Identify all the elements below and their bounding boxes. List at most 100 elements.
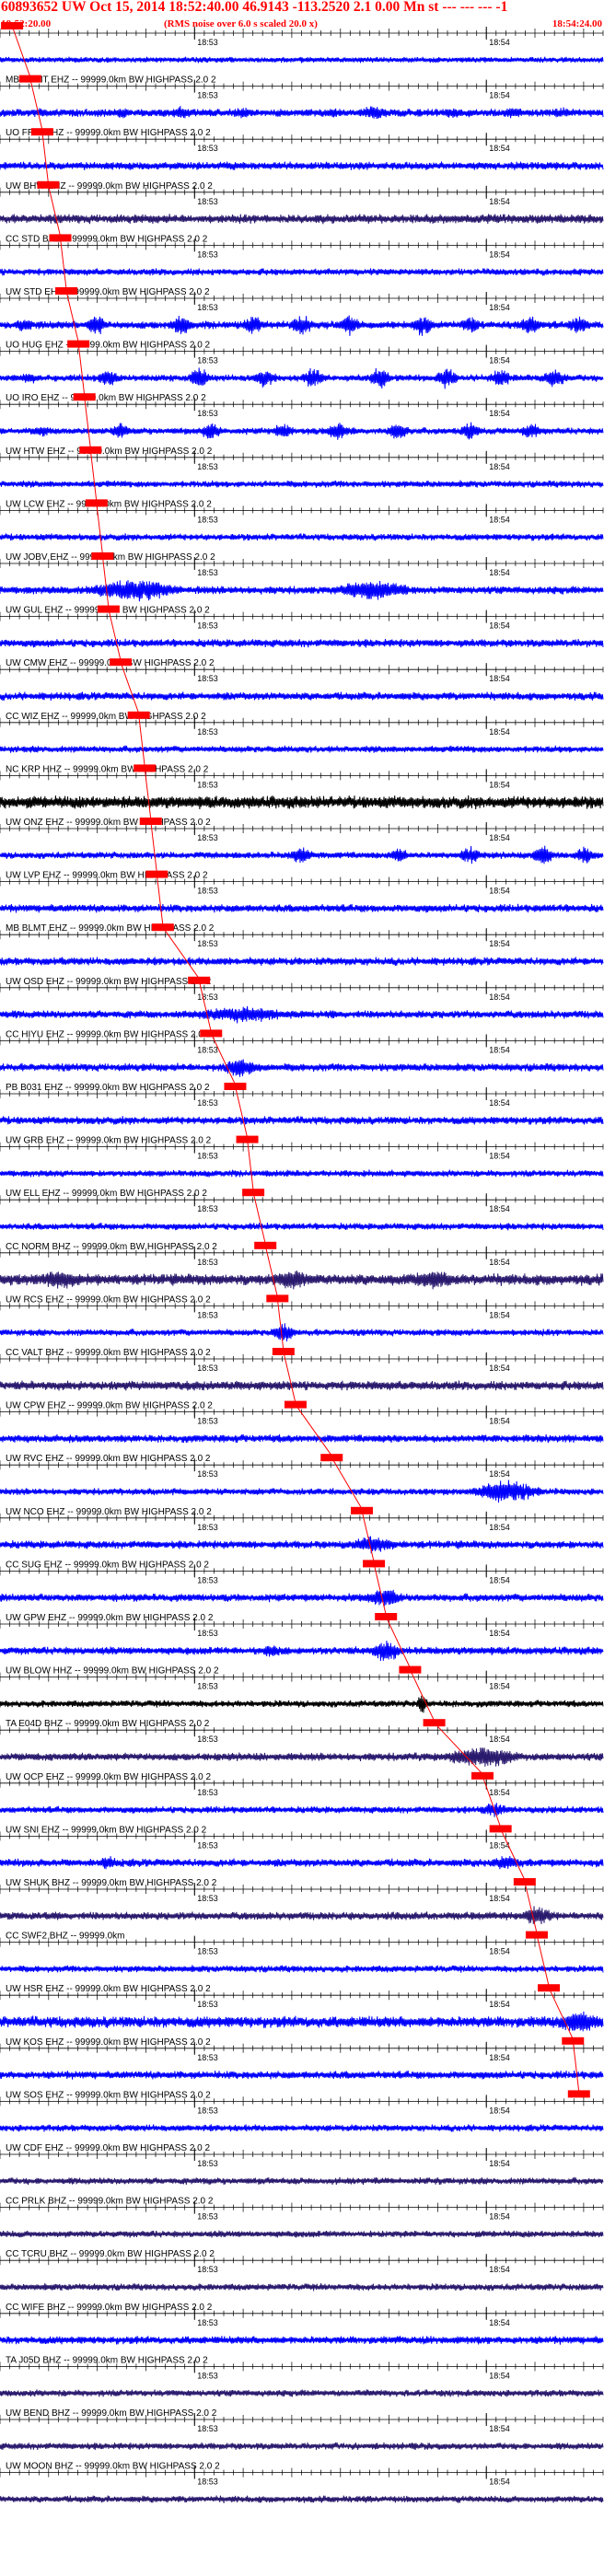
minute-label: 18:54 (489, 1735, 510, 1744)
minute-label: 18:53 (197, 2477, 218, 2487)
minute-label: 18:54 (489, 409, 510, 418)
station-trace: 18:53 18:54 UW OCP EHZ -- 99999.0km BW HIG… (0, 1771, 604, 1817)
station-label: UW RVC EHZ -- 99999.0km BW HIGHPASS 2.0 … (6, 1454, 211, 1464)
minute-label: 18:53 (197, 2424, 218, 2433)
minute-label: 18:53 (197, 2159, 218, 2168)
station-trace: 18:53 18:54 CC PRLK BHZ -- 99999.0km BW HI… (0, 2197, 604, 2238)
minute-label: 18:54 (489, 144, 510, 153)
station-trace: 18:53 18:54 UW SOS EHZ -- 99999.0km BW HIG… (0, 2090, 604, 2132)
minute-label: 18:53 (197, 1788, 218, 1797)
minute-label: 18:53 (197, 1152, 218, 1161)
station-trace: 18:53 18:54 UW BEND BHZ -- 99999.0km BW HI… (0, 2408, 604, 2451)
station-trace: 18:53 18:54 UW MOON BHZ -- 99999.0km BW HI… (0, 2462, 604, 2503)
minute-label: 18:54 (489, 2106, 510, 2115)
minute-label: 18:54 (489, 1204, 510, 1213)
waveform-line (0, 2230, 604, 2238)
minute-label: 18:53 (197, 887, 218, 896)
minute-label: 18:54 (489, 1469, 510, 1479)
station-trace: 18:53 18:54 UW KOS EHZ -- 99999.0km BW HIG… (0, 2036, 604, 2080)
station-label: UW ONZ EHZ -- 99999.0km BW HIGHPASS 2.0 … (6, 818, 211, 828)
station-label: TA E04D BHZ -- 99999.0km BW HIGHPASS 2.0… (6, 1719, 210, 1729)
waveform-line (0, 422, 604, 440)
station-label: TA J05D BHZ -- 99999.0km BW HIGHPASS 2.0… (6, 2355, 208, 2365)
minute-label: 18:54 (489, 939, 510, 948)
station-trace: 18:53 18:54MB CHMT EHZ -- 99999.0km BW HI… (0, 75, 604, 120)
minute-label: 18:53 (197, 1363, 218, 1373)
minute-label: 18:53 (197, 727, 218, 737)
station-label: UW SHUK BHZ -- 99999.0km BW HIGHPASS 2.0… (6, 1878, 217, 1888)
minute-label: 18:53 (197, 462, 218, 471)
station-trace: 18:53 18:54 UW RVC EHZ -- 99999.0km BW HIG… (0, 1454, 604, 1503)
waveform-line (0, 2124, 604, 2132)
minute-label: 18:53 (197, 1204, 218, 1213)
minute-label: 18:54 (489, 1523, 510, 1532)
waveform-line (0, 1271, 604, 1290)
station-trace: 18:5318:54UW JOBV EHZ -- 99999.0km BW HI… (0, 552, 604, 602)
waveform-line (0, 268, 604, 276)
waveform-line (0, 2495, 604, 2503)
station-label: CC TCRU BHZ -- 99999.0km BW HIGHPASS 2.0… (6, 2249, 215, 2259)
station-trace: 18:53 18:54 CC NORM BHZ -- 99999.0km BW HI… (0, 1241, 604, 1290)
waveform-line (0, 2011, 604, 2032)
minute-label: 18:53 (197, 2318, 218, 2327)
minute-label: 18:54 (489, 2265, 510, 2274)
minute-label: 18:53 (197, 833, 218, 842)
station-label: CC STD BHZ -- 99999.0km BW HIGHPASS 2.0 … (6, 234, 208, 244)
station-label: CC VALT BHZ -- 99999.0km BW HIGHPASS 2.0… (6, 1348, 211, 1358)
minute-label: 18:53 (197, 1629, 218, 1638)
minute-label: 18:54 (489, 197, 510, 206)
station-label: UW BHW EHZ -- 99999.0km BW HIGHPASS 2.0 … (6, 181, 213, 191)
minute-label: 18:54 (489, 356, 510, 366)
station-trace: 18:53 18:54UW SNI EHZ -- 99999.0km BW HIG… (0, 1825, 604, 1870)
station-label: UW LVP EHZ -- 99999.0km BW HIGHPASS 2.0 … (6, 871, 208, 881)
minute-label: 18:54 (489, 568, 510, 577)
waveform-line (0, 56, 604, 64)
minute-label: 18:54 (489, 2477, 510, 2487)
waveform-line (0, 1695, 604, 1713)
minute-label: 18:54 (489, 1417, 510, 1426)
minute-label: 18:54 (489, 2000, 510, 2009)
station-trace: 18:53 18:54 UW STD EHZ -- 99999.0km BW HIG… (0, 287, 604, 336)
minute-label: 18:54 (489, 1363, 510, 1373)
station-label: UO HUG EHZ -- 99999.0km BW HIGHPASS 2.0 … (6, 341, 211, 351)
minute-label: 18:53 (197, 1258, 218, 1267)
waveform-line (0, 1223, 604, 1231)
minute-label: 18:54 (489, 2371, 510, 2380)
station-label: UO IRO EHZ -- 99999.0km BW HIGHPASS 2.0 … (6, 393, 206, 403)
minute-label: 18:53 (197, 38, 218, 47)
station-trace: 18:53 18:54 CC VALT BHZ -- 99999.0km BW HI… (0, 1348, 604, 1391)
minute-label: 18:54 (489, 1894, 510, 1903)
minute-label: 18:53 (197, 1098, 218, 1108)
station-trace: 18:53 18:54 UW LVP EHZ -- 99999.0km BW HIG… (0, 870, 604, 913)
station-label: UW CDF EHZ -- 99999.0km BW HIGHPASS 2.0 … (6, 2143, 211, 2153)
minute-label: 18:54 (489, 91, 510, 100)
station-label: CC NORM BHZ -- 99999.0km BW HIGHPASS 2.0… (6, 1242, 217, 1252)
minute-label: 18:53 (197, 303, 218, 312)
minute-label: 18:53 (197, 2106, 218, 2115)
waveform-line (0, 1906, 604, 1925)
minute-label: 18:54 (489, 2159, 510, 2168)
station-trace: 18:53 18:54 MB BLMT EHZ -- 99999.0km BW HI… (0, 923, 604, 967)
minute-label: 18:53 (197, 1469, 218, 1479)
station-trace: 18:53 18:54 PB B031 EHZ -- 99999.0km BW HI… (0, 1083, 604, 1125)
minute-label: 18:54 (489, 727, 510, 737)
minute-label: 18:54 (489, 1045, 510, 1054)
waveform-line (0, 2176, 604, 2186)
station-trace: 18:53 18:54 UW OSD EHZ -- 99999.0km BW HIG… (0, 976, 604, 1024)
minute-label: 18:53 (197, 621, 218, 631)
station-label: UW LCW EHZ -- 99999.0km BW HIGHPASS 2.0 … (6, 499, 212, 509)
minute-label: 18:54 (489, 2212, 510, 2222)
station-label: CC WIZ EHZ -- 99999.0km BW HIGHPASS 2.0 … (6, 712, 206, 722)
station-trace: 18:53 18:54 (0, 22, 604, 64)
minute-label: 18:53 (197, 515, 218, 524)
minute-label: 18:53 (197, 780, 218, 789)
minute-label: 18:54 (489, 780, 510, 789)
waveform-line (0, 1059, 604, 1077)
station-trace: 18:53 18:54 UW RCS EHZ -- 99999.0km BW HIG… (0, 1294, 604, 1342)
waveform-line (0, 845, 604, 864)
station-label: UW NCO EHZ -- 99999.0km BW HIGHPASS 2.0 … (6, 1507, 212, 1517)
station-trace: 18:53 18:54 TA J05D BHZ -- 99999.0km BW HI… (0, 2355, 604, 2397)
minute-label: 18:54 (489, 833, 510, 842)
station-label: UW KOS EHZ -- 99999.0km BW HIGHPASS 2.0 … (6, 2037, 211, 2048)
station-label: PB B031 EHZ -- 99999.0km BW HIGHPASS 2.0… (6, 1083, 210, 1093)
